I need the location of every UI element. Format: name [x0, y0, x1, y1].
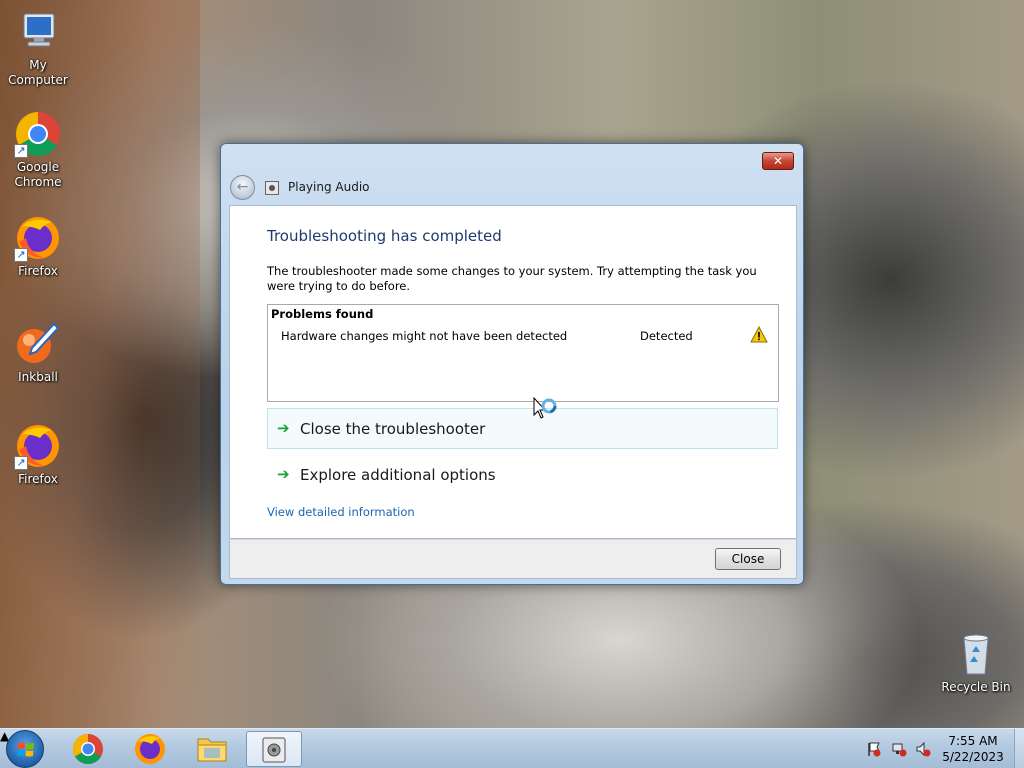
- taskbar-firefox[interactable]: [122, 731, 178, 767]
- desktop-icon-firefox-2[interactable]: ↗ Firefox: [0, 422, 76, 487]
- desktop-icon-label: Firefox: [18, 264, 58, 278]
- desktop-icon-label: Firefox: [18, 472, 58, 486]
- folder-icon: [197, 738, 227, 762]
- problem-name: Hardware changes might not have been det…: [281, 329, 568, 343]
- window-title: Playing Audio: [288, 180, 370, 194]
- close-button[interactable]: Close: [715, 548, 781, 570]
- clock-date: 5/22/2023: [942, 750, 1004, 764]
- network-icon[interactable]: [891, 741, 907, 757]
- green-arrow-icon: ➔: [277, 419, 290, 437]
- window-close-button[interactable]: ✕: [762, 152, 794, 170]
- audio-troubleshooter-icon: [265, 181, 279, 195]
- view-detailed-information-link[interactable]: View detailed information: [267, 505, 415, 519]
- windows-logo-icon: [17, 742, 34, 757]
- desktop-icon-label: Inkball: [18, 370, 58, 384]
- volume-muted-icon[interactable]: [915, 741, 931, 757]
- desktop-icon-recycle-bin[interactable]: Recycle Bin: [936, 630, 1016, 695]
- troubleshooter-window: ✕ ← Playing Audio Troubleshooting has co…: [220, 143, 804, 585]
- window-content: Troubleshooting has completed The troubl…: [229, 205, 797, 539]
- shortcut-arrow-icon: ↗: [14, 248, 28, 262]
- desktop-icon-label: Google Chrome: [14, 160, 62, 189]
- desktop-icon-label: Recycle Bin: [941, 680, 1011, 694]
- troubleshooter-icon: [262, 737, 286, 763]
- desktop-icon-firefox[interactable]: ↗ Firefox: [0, 214, 76, 279]
- warning-icon: [750, 326, 768, 343]
- chrome-icon: [72, 734, 103, 765]
- page-heading: Troubleshooting has completed: [267, 227, 502, 245]
- command-label: Explore additional options: [300, 466, 496, 484]
- action-center-flag-icon[interactable]: [866, 741, 882, 757]
- close-troubleshooter-command[interactable]: ➔ Close the troubleshooter: [267, 408, 778, 449]
- shortcut-arrow-icon: ↗: [14, 456, 28, 470]
- window-nav-bar: ← Playing Audio: [230, 175, 790, 201]
- firefox-icon: ↗: [14, 422, 62, 470]
- firefox-icon: [135, 734, 165, 764]
- busy-cursor-icon: [533, 397, 557, 419]
- taskbar: ▲ 7:55 AM 5/22/2023: [0, 728, 1024, 768]
- computer-icon: [14, 8, 62, 56]
- back-arrow-icon[interactable]: ←: [230, 175, 255, 200]
- green-arrow-icon: ➔: [277, 465, 290, 483]
- taskbar-chrome[interactable]: [60, 731, 116, 767]
- problems-found-box: Problems found Hardware changes might no…: [267, 304, 779, 402]
- page-description: The troubleshooter made some changes to …: [267, 264, 757, 293]
- problem-status: Detected: [640, 329, 693, 343]
- command-label: Close the troubleshooter: [300, 420, 486, 438]
- desktop-icon-label: My Computer: [8, 58, 68, 87]
- inkball-icon: [14, 320, 62, 368]
- explore-options-command[interactable]: ➔ Explore additional options: [267, 454, 778, 495]
- system-clock[interactable]: 7:55 AM 5/22/2023: [934, 733, 1012, 765]
- desktop-icon-inkball[interactable]: Inkball: [0, 320, 76, 385]
- firefox-icon: ↗: [14, 214, 62, 262]
- shortcut-arrow-icon: ↗: [14, 144, 28, 158]
- desktop-icon-my-computer[interactable]: My Computer: [0, 8, 76, 88]
- window-footer: Close: [229, 539, 797, 579]
- clock-time: 7:55 AM: [948, 734, 998, 748]
- taskbar-troubleshooter[interactable]: [246, 731, 302, 767]
- recycle-bin-icon: [952, 630, 1000, 678]
- desktop-icon-google-chrome[interactable]: ↗ Google Chrome: [0, 110, 76, 190]
- show-desktop-button[interactable]: [1014, 729, 1024, 768]
- start-button[interactable]: [6, 730, 44, 768]
- taskbar-file-explorer[interactable]: [184, 731, 240, 767]
- problems-header: Problems found: [271, 307, 374, 321]
- chrome-icon: ↗: [14, 110, 62, 158]
